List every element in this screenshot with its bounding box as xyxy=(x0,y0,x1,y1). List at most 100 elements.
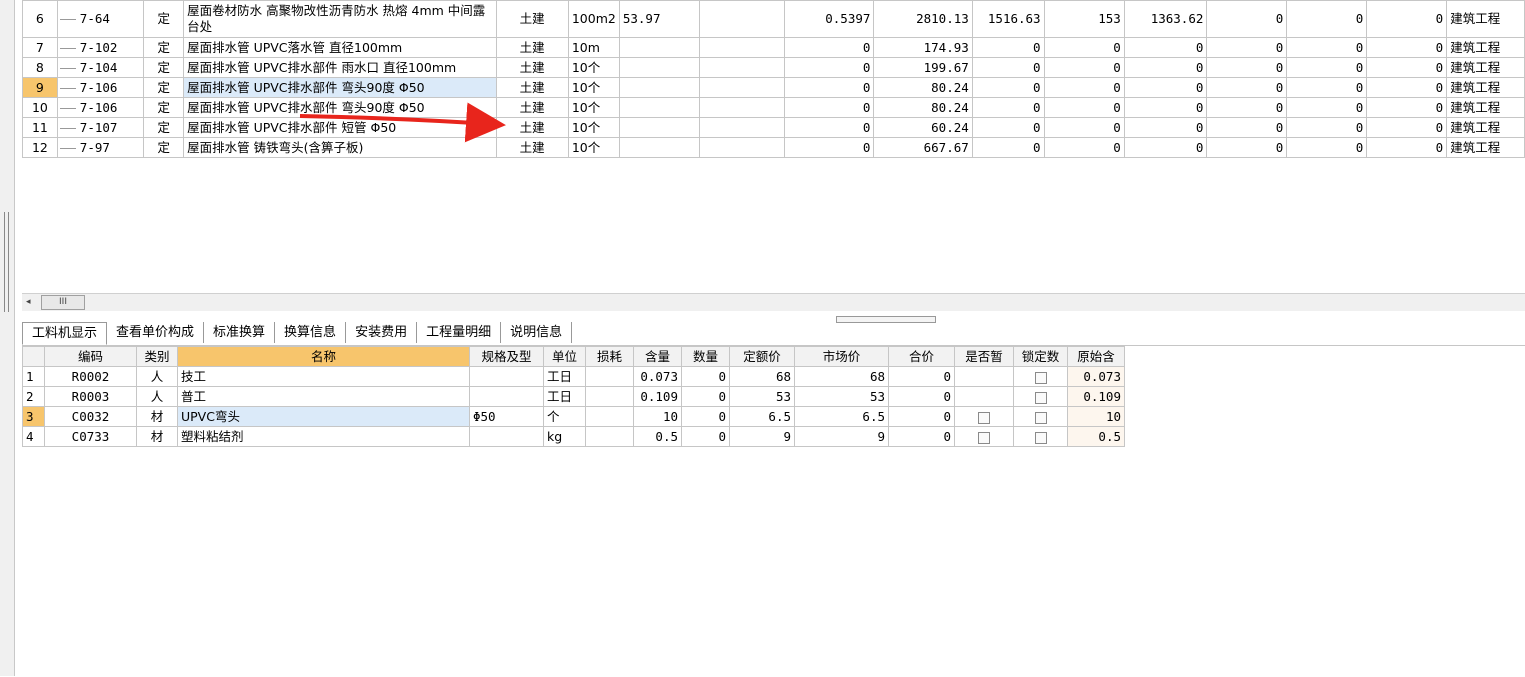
material-unit[interactable]: 工日 xyxy=(543,386,586,407)
quota-value-c13[interactable]: 0 xyxy=(1123,77,1208,98)
quota-unit[interactable]: 10m xyxy=(567,37,620,58)
temp-checkbox[interactable] xyxy=(978,411,990,424)
material-name[interactable]: 技工 xyxy=(177,366,470,387)
quota-value-c12[interactable]: 153 xyxy=(1043,0,1125,38)
quota-category[interactable]: 土建 xyxy=(495,77,569,98)
material-unit[interactable]: 个 xyxy=(543,406,586,427)
tab-3[interactable]: 换算信息 xyxy=(275,322,347,343)
material-name[interactable]: 塑料粘结剂 xyxy=(177,426,470,447)
quota-unit[interactable]: 10个 xyxy=(567,77,620,98)
quota-row[interactable]: 11 7-107 定屋面排水管 UPVC排水部件 短管 Φ50 土建 10个 0 60.24… xyxy=(22,117,1525,138)
quota-type[interactable]: 定 xyxy=(143,97,185,118)
material-total[interactable]: 0 xyxy=(888,386,955,407)
quota-value-c11[interactable]: 1516.63 xyxy=(971,0,1045,38)
material-spec[interactable] xyxy=(469,386,544,407)
quota-quantity[interactable] xyxy=(618,97,701,118)
quota-value-c11[interactable]: 0 xyxy=(971,117,1045,138)
row-number[interactable]: 2 xyxy=(22,386,45,407)
quota-value-c11[interactable]: 0 xyxy=(971,137,1045,158)
quota-value-c13[interactable]: 0 xyxy=(1123,97,1208,118)
quota-value-c10[interactable]: 80.24 xyxy=(873,97,973,118)
material-category[interactable]: 人 xyxy=(136,386,178,407)
quota-value-c10[interactable]: 667.67 xyxy=(873,137,973,158)
material-loss[interactable] xyxy=(585,386,634,407)
quota-value-c9[interactable]: 0.5397 xyxy=(784,0,875,38)
quota-name[interactable]: 屋面卷材防水 高聚物改性沥青防水 热熔 4mm 中间露台处 xyxy=(183,0,497,38)
quota-value-c16[interactable]: 0 xyxy=(1366,137,1448,158)
quota-major[interactable]: 建筑工程 xyxy=(1446,97,1525,118)
column-header[interactable]: 损耗 xyxy=(585,346,634,367)
quota-category[interactable]: 土建 xyxy=(495,117,569,138)
quota-value-c16[interactable]: 0 xyxy=(1366,37,1448,58)
column-header[interactable]: 规格及型 xyxy=(469,346,544,367)
material-quota[interactable]: 6.5 xyxy=(729,406,795,427)
quota-quantity[interactable] xyxy=(618,57,701,78)
quota-name[interactable]: 屋面排水管 铸铁弯头(含箅子板) xyxy=(183,137,497,158)
row-number[interactable]: 12 xyxy=(22,137,58,158)
quota-category[interactable]: 土建 xyxy=(495,37,569,58)
quota-value-c8[interactable] xyxy=(699,57,786,78)
quota-value-c12[interactable]: 0 xyxy=(1043,77,1125,98)
material-loss[interactable] xyxy=(585,406,634,427)
material-original[interactable]: 0.073 xyxy=(1067,366,1125,387)
quota-type[interactable]: 定 xyxy=(143,137,185,158)
material-row[interactable]: 3 C0032 材 UPVC弯头 Φ50 个 10 0 6.5 6.5 0 10 xyxy=(22,406,1125,427)
lock-cell[interactable] xyxy=(1013,386,1068,407)
column-header[interactable]: 类别 xyxy=(136,346,178,367)
quota-value-c12[interactable]: 0 xyxy=(1043,137,1125,158)
quota-type[interactable]: 定 xyxy=(143,0,185,38)
row-number[interactable]: 10 xyxy=(22,97,58,118)
scroll-thumb[interactable]: III xyxy=(41,295,85,310)
temp-cell[interactable] xyxy=(954,386,1014,407)
material-code[interactable]: R0002 xyxy=(44,366,137,387)
material-row[interactable]: 2 R0003 人普工 工日 0.109 0 53 53 0 0.109 xyxy=(22,386,1125,407)
column-header[interactable]: 是否暂 xyxy=(954,346,1014,367)
quota-value-c15[interactable]: 0 xyxy=(1286,77,1368,98)
quota-value-c10[interactable]: 199.67 xyxy=(873,57,973,78)
quota-value-c15[interactable]: 0 xyxy=(1286,137,1368,158)
quota-major[interactable]: 建筑工程 xyxy=(1446,137,1525,158)
quota-value-c9[interactable]: 0 xyxy=(784,117,875,138)
lock-checkbox[interactable] xyxy=(1034,431,1047,444)
material-content[interactable]: 10 xyxy=(633,406,682,427)
lock-cell[interactable] xyxy=(1013,366,1068,387)
quota-value-c16[interactable]: 0 xyxy=(1366,57,1448,78)
quota-name[interactable]: 屋面排水管 UPVC排水部件 弯头90度 Φ50 xyxy=(183,77,497,98)
material-total[interactable]: 0 xyxy=(888,426,955,447)
column-header[interactable] xyxy=(22,346,45,367)
material-quota[interactable]: 68 xyxy=(729,366,795,387)
quota-value-c13[interactable]: 0 xyxy=(1123,137,1208,158)
temp-cell[interactable] xyxy=(954,426,1014,447)
quota-value-c10[interactable]: 80.24 xyxy=(873,77,973,98)
quota-row[interactable]: 7 7-102 定屋面排水管 UPVC落水管 直径100mm 土建 10m 0 174.93… xyxy=(22,37,1525,58)
quota-value-c14[interactable]: 0 xyxy=(1206,0,1288,38)
quota-category[interactable]: 土建 xyxy=(495,137,569,158)
quota-value-c12[interactable]: 0 xyxy=(1043,117,1125,138)
quota-row[interactable]: 6 7-64 定屋面卷材防水 高聚物改性沥青防水 热熔 4mm 中间露台处 土建 100… xyxy=(22,0,1525,38)
material-market[interactable]: 6.5 xyxy=(794,406,889,427)
column-header[interactable]: 市场价 xyxy=(794,346,889,367)
quota-value-c12[interactable]: 0 xyxy=(1043,97,1125,118)
quota-unit[interactable]: 10个 xyxy=(567,137,620,158)
material-qty[interactable]: 0 xyxy=(681,406,730,427)
tab-1[interactable]: 查看单价构成 xyxy=(107,322,205,343)
material-category[interactable]: 材 xyxy=(136,406,178,427)
temp-cell[interactable] xyxy=(954,406,1014,427)
quota-type[interactable]: 定 xyxy=(143,37,185,58)
quota-value-c8[interactable] xyxy=(699,117,786,138)
column-header[interactable]: 编码 xyxy=(44,346,137,367)
quota-value-c9[interactable]: 0 xyxy=(784,37,875,58)
material-spec[interactable] xyxy=(469,426,544,447)
column-header[interactable]: 合价 xyxy=(888,346,955,367)
row-number[interactable]: 7 xyxy=(22,37,58,58)
quota-type[interactable]: 定 xyxy=(143,77,185,98)
tab-4[interactable]: 安装费用 xyxy=(346,322,418,343)
quota-category[interactable]: 土建 xyxy=(495,0,569,38)
left-splitter-strip[interactable] xyxy=(0,0,15,676)
quota-code-cell[interactable]: 7-107 xyxy=(56,117,145,138)
quota-code-cell[interactable]: 7-64 xyxy=(56,0,145,38)
quota-value-c15[interactable]: 0 xyxy=(1286,97,1368,118)
quota-value-c12[interactable]: 0 xyxy=(1043,37,1125,58)
material-market[interactable]: 68 xyxy=(794,366,889,387)
temp-checkbox[interactable] xyxy=(978,431,990,444)
